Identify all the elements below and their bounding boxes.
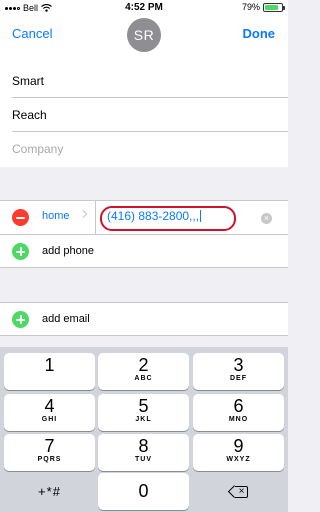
annotation-highlight — [100, 206, 236, 231]
key-0[interactable]: 0 — [98, 473, 189, 510]
avatar[interactable]: SR — [127, 18, 161, 52]
plus-circle-icon[interactable] — [12, 311, 29, 328]
first-name-field[interactable]: Smart — [12, 64, 288, 98]
backspace-icon: × — [228, 485, 248, 498]
divider — [95, 201, 96, 235]
email-section[interactable]: add email — [0, 302, 288, 336]
navbar: Cancel SR Done — [0, 16, 288, 64]
last-name-field[interactable]: Reach — [12, 98, 288, 132]
status-bar: Bell 4:52 PM 79% — [0, 0, 288, 16]
cancel-button[interactable]: Cancel — [12, 26, 52, 41]
key-7[interactable]: 7 PQRS — [4, 434, 95, 471]
symbols-key[interactable]: +*# — [4, 473, 95, 510]
company-field[interactable]: Company — [12, 132, 288, 166]
key-8[interactable]: 8 TUV — [98, 434, 189, 471]
key-4[interactable]: 4 GHI — [4, 394, 95, 431]
key-2[interactable]: 2 ABC — [98, 353, 189, 390]
done-button[interactable]: Done — [243, 26, 276, 41]
add-email-label: add email — [42, 313, 90, 325]
key-1[interactable]: 1 — [4, 353, 95, 390]
phone-keypad: 1 2 ABC 3 DEF 4 GHI 5 JKL 6 MNO 7 PQRS 8 TUV 9W… — [0, 347, 288, 512]
key-9[interactable]: 9 WXYZ — [193, 434, 284, 471]
clear-icon[interactable]: × — [261, 213, 272, 224]
battery-icon — [263, 2, 285, 12]
name-fields: Smart Reach Company — [0, 64, 288, 167]
minus-circle-icon[interactable] — [12, 209, 29, 226]
chevron-right-icon[interactable] — [78, 209, 88, 219]
key-6[interactable]: 6 MNO — [193, 394, 284, 431]
phone-label-button[interactable]: home — [42, 210, 70, 222]
status-right: 79% — [241, 2, 285, 12]
add-phone-label: add phone — [42, 245, 94, 257]
battery-percent: 79% — [241, 2, 260, 12]
key-3[interactable]: 3 DEF — [193, 353, 284, 390]
backspace-key[interactable]: × — [193, 473, 284, 510]
key-5[interactable]: 5 JKL — [98, 394, 189, 431]
add-phone-row[interactable]: add phone — [0, 235, 288, 269]
plus-circle-icon[interactable] — [12, 243, 29, 260]
